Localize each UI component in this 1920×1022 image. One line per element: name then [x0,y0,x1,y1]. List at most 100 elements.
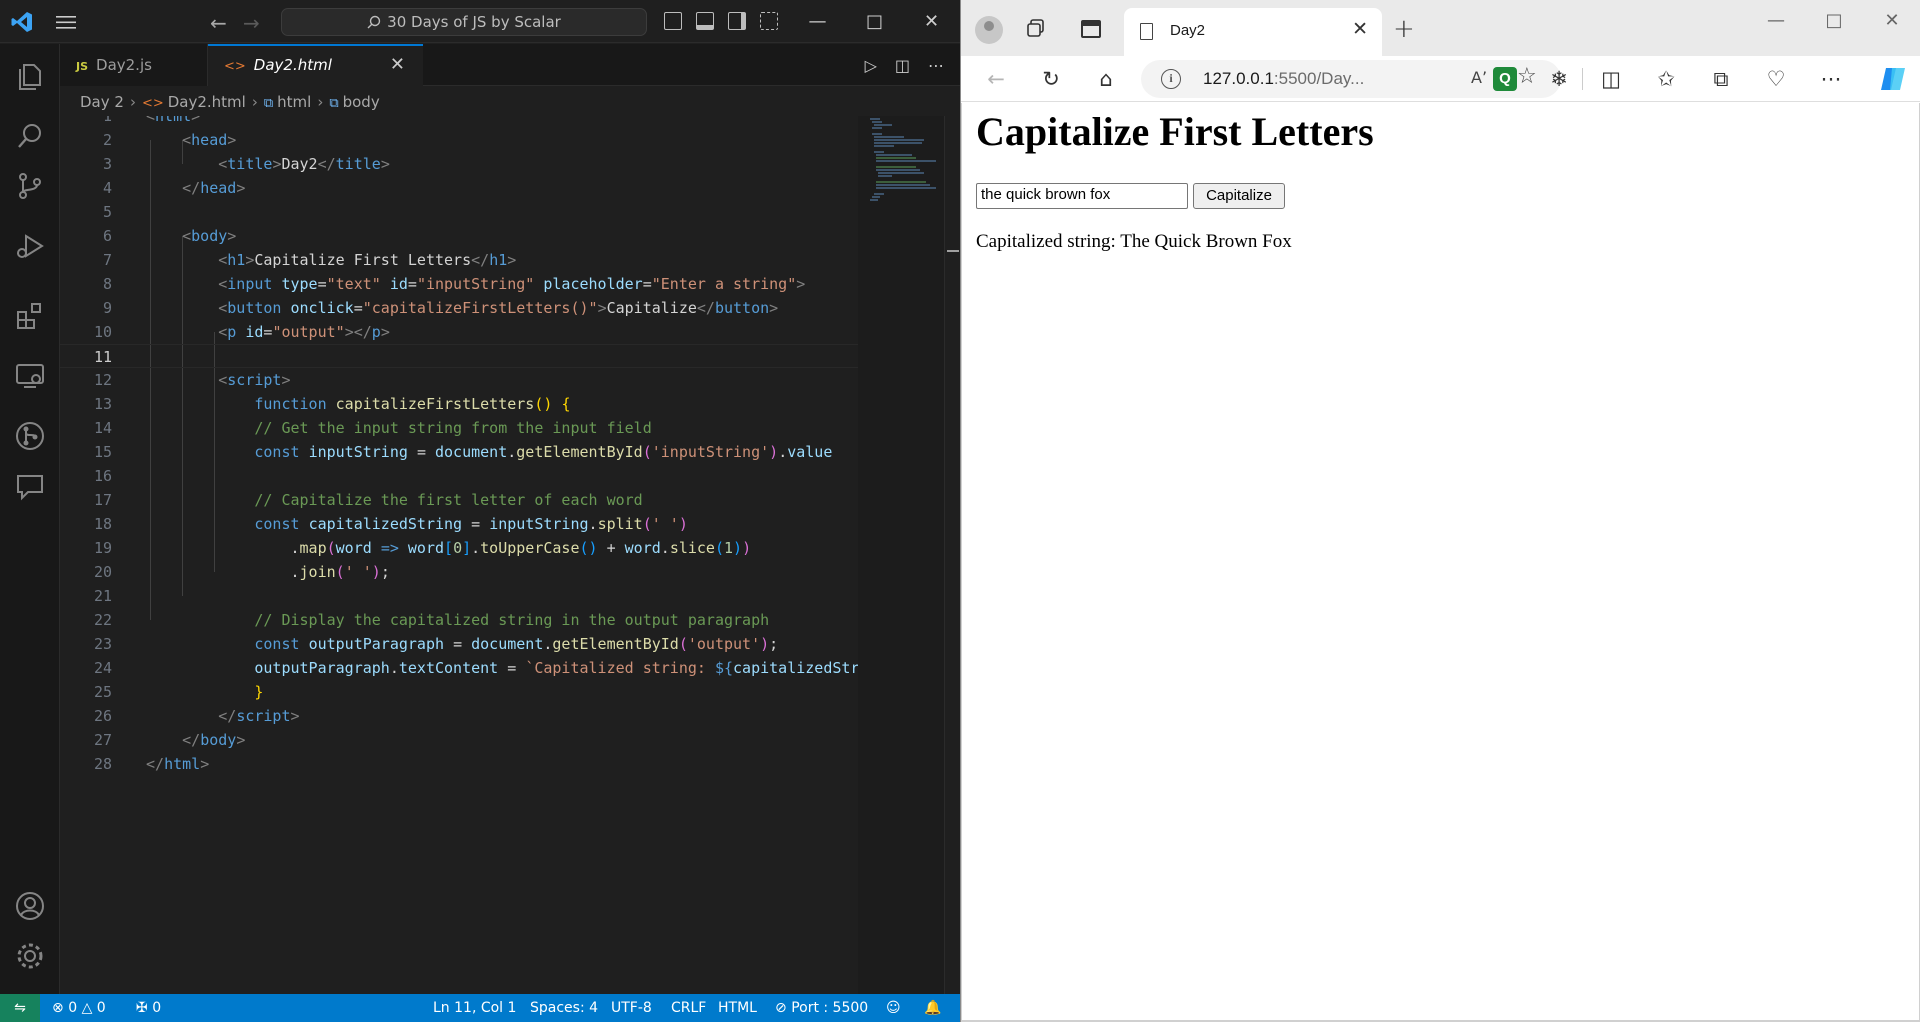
code-line: 26 </script> [93,707,300,725]
code-line: 13 function capitalizeFirstLetters() { [93,395,571,413]
encoding[interactable]: UTF-8 [611,994,652,1022]
code-line: 7 <h1>Capitalize First Letters</h1> [102,251,517,269]
code-line: 24 outputParagraph.textContent = `Capita… [93,659,858,677]
copilot-icon[interactable]: ☺ [886,994,901,1022]
hamburger-menu-icon[interactable] [54,12,78,32]
end-of-line[interactable]: CRLF [671,994,706,1022]
problems-indicator[interactable]: ⊗ 0 △ 0 [52,994,106,1022]
code-line: 6 <body> [102,227,237,245]
notifications-bell-icon[interactable]: 🔔 [924,994,941,1022]
error-count: 0 [68,1000,78,1016]
ports-indicator[interactable]: ✠ 0 [136,994,161,1022]
minimize-icon[interactable]: — [1747,0,1805,42]
refresh-icon[interactable]: ↻ [1038,66,1064,92]
warning-count: 0 [96,1000,106,1016]
minimize-icon[interactable]: — [789,0,846,43]
close-tab-icon[interactable]: ✕ [390,46,405,84]
breadcrumb-folder[interactable]: Day 2 [80,93,124,111]
code-line: 17 // Capitalize the first letter of eac… [93,491,643,509]
extensions-puzzle-icon[interactable]: ❄ [1546,66,1572,92]
status-bar: ⇋ ⊗ 0 △ 0 ✠ 0 Ln 11, Col 1 Spaces: 4 UTF… [0,994,960,1022]
language-mode[interactable]: HTML [718,994,757,1022]
extensions-icon[interactable] [14,300,46,332]
code-line: 8 <input type="text" id="inputString" pl… [102,275,806,293]
search-icon[interactable] [14,120,46,152]
code-line: 23 const outputParagraph = document.getE… [93,635,779,653]
vscode-titlebar: ← → 30 Days of JS by Scalar — □ ✕ [0,0,960,43]
command-center-search[interactable]: 30 Days of JS by Scalar [281,8,647,36]
close-tab-icon[interactable]: ✕ [1352,18,1368,40]
code-line: 20 .join(' '); [93,563,390,581]
breadcrumb-html[interactable]: html [277,93,311,111]
settings-more-icon[interactable]: ⋯ [1818,66,1844,92]
toggle-panel-icon[interactable] [696,12,714,30]
run-icon[interactable]: ▷ [865,56,877,75]
string-input[interactable]: the quick brown fox [976,183,1188,209]
js-file-icon: JS [76,60,89,73]
element-icon: ⧉ [329,96,339,111]
command-center-label: 30 Days of JS by Scalar [387,13,561,31]
toggle-primary-sidebar-icon[interactable] [664,12,682,30]
close-icon[interactable]: ✕ [903,0,960,43]
cursor-position[interactable]: Ln 11, Col 1 [433,994,516,1022]
toggle-secondary-sidebar-icon[interactable] [728,12,746,30]
read-aloud-icon[interactable]: A’ [1471,68,1487,87]
browser-tab-day2[interactable]: Day2 ✕ [1124,8,1382,56]
code-line: 28 </html> [93,755,210,773]
run-debug-icon[interactable] [14,230,46,262]
close-icon[interactable]: ✕ [1863,0,1920,42]
customize-layout-icon[interactable] [760,12,778,30]
go-forward-icon[interactable]: → [243,11,260,35]
activity-bar [0,44,60,994]
search-icon [367,15,381,29]
capitalize-button[interactable]: Capitalize [1193,183,1285,209]
workspaces-icon[interactable] [1025,18,1047,40]
extension-q-icon[interactable]: Q [1493,67,1517,91]
browser-essentials-icon[interactable]: ♡ [1763,66,1789,92]
breadcrumb: Day 2 › <> Day2.html › ⧉ html › ⧉ body [80,93,380,111]
more-actions-icon[interactable]: ⋯ [928,56,944,75]
breadcrumb-file[interactable]: Day2.html [168,93,246,111]
ports-count: 0 [152,1000,162,1016]
minimap[interactable] [858,116,944,994]
vertical-tabs-icon[interactable] [1081,20,1101,38]
manage-gear-icon[interactable] [14,940,46,972]
breadcrumb-body[interactable]: body [343,93,380,111]
indentation[interactable]: Spaces: 4 [530,994,598,1022]
remote-explorer-icon[interactable] [14,360,46,392]
collections-icon[interactable]: ⧉ [1708,66,1734,92]
tab-label: Day2.html [253,56,332,74]
explorer-icon[interactable] [14,60,46,92]
code-editor[interactable]: 1 <html> 2 <head> 3 <title>Day2</title> 4… [60,116,858,994]
git-graph-icon[interactable] [14,420,46,452]
go-back-icon[interactable]: ← [210,11,227,35]
source-control-icon[interactable] [14,170,46,202]
element-icon: ⧉ [263,96,274,111]
live-server-port[interactable]: ⊘ Port : 5500 [775,994,868,1022]
split-screen-icon[interactable]: ◫ [1598,66,1624,92]
vscode-window: ← → 30 Days of JS by Scalar — □ ✕ JS Day2… [0,0,960,1022]
output-paragraph: Capitalized string: The Quick Brown Fox [976,231,1292,252]
tab-day2-html[interactable]: <> Day2.html ✕ [208,44,423,86]
copilot-icon[interactable] [1878,64,1908,94]
vscode-logo-icon [11,12,32,32]
favorites-icon[interactable]: ✩ [1653,66,1679,92]
site-info-icon[interactable]: i [1161,69,1181,89]
code-line: 16 [93,467,112,485]
new-tab-icon[interactable]: + [1393,14,1415,44]
code-line: 9 <button onclick="capitalizeFirstLetter… [102,299,779,317]
split-editor-icon[interactable]: ◫ [895,56,910,75]
browser-toolbar: ← ↻ ⌂ i 127.0.0.1:5500/Day... A’ ☆ Q ❄ ◫… [961,56,1920,102]
back-icon[interactable]: ← [983,66,1009,92]
profile-avatar[interactable] [975,16,1003,44]
maximize-icon[interactable]: □ [1805,0,1863,42]
home-icon[interactable]: ⌂ [1093,66,1119,92]
comments-icon[interactable] [14,470,46,502]
editor-scrollbar[interactable] [944,116,960,994]
tab-day2-js[interactable]: JS Day2.js [60,44,208,86]
remote-indicator-icon[interactable]: ⇋ [0,994,40,1022]
accounts-icon[interactable] [14,890,46,922]
browser-window: Day2 ✕ + — □ ✕ ← ↻ ⌂ i 127.0.0.1:5500/Da… [960,0,1920,1022]
favorite-star-icon[interactable]: ☆ [1517,64,1537,89]
maximize-icon[interactable]: □ [846,0,903,43]
